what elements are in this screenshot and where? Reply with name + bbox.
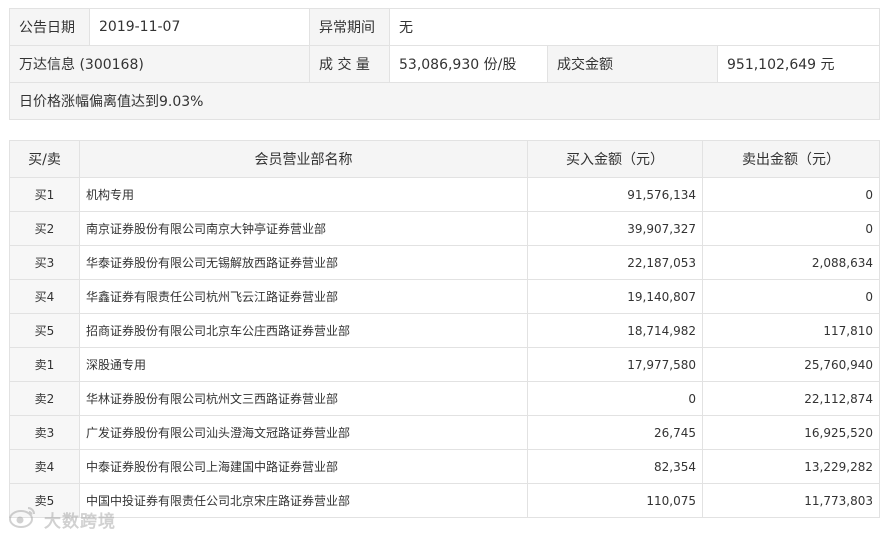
branch-name-cell: 华林证券股份有限公司杭州文三西路证券营业部 — [79, 381, 528, 416]
abnormal-period-value: 无 — [389, 8, 880, 46]
buy-amount-cell: 22,187,053 — [527, 245, 703, 280]
side-cell: 买2 — [9, 211, 80, 246]
side-cell: 买1 — [9, 177, 80, 212]
table-row: 买5 招商证券股份有限公司北京车公庄西路证券营业部 18,714,982 117… — [9, 313, 880, 348]
announce-date-label: 公告日期 — [9, 8, 90, 46]
sell-amount-cell: 0 — [702, 211, 880, 246]
sell-amount-cell: 117,810 — [702, 313, 880, 348]
buy-amount-cell: 19,140,807 — [527, 279, 703, 314]
stock-info-table: 公告日期 2019-11-07 异常期间 无 万达信息 (300168) 成 交… — [9, 8, 880, 120]
side-cell: 卖1 — [9, 347, 80, 382]
amount-value: 951,102,649 元 — [717, 45, 880, 83]
header-name: 会员营业部名称 — [79, 140, 528, 178]
branch-name-cell: 南京证券股份有限公司南京大钟亭证券营业部 — [79, 211, 528, 246]
table-row: 买2 南京证券股份有限公司南京大钟亭证券营业部 39,907,327 0 — [9, 211, 880, 246]
branch-name-cell: 招商证券股份有限公司北京车公庄西路证券营业部 — [79, 313, 528, 348]
volume-value: 53,086,930 份/股 — [389, 45, 548, 83]
amount-label: 成交金额 — [547, 45, 718, 83]
header-buy: 买入金额（元） — [527, 140, 703, 178]
header-sell: 卖出金额（元） — [702, 140, 880, 178]
buy-amount-cell: 91,576,134 — [527, 177, 703, 212]
side-cell: 卖5 — [9, 483, 80, 518]
side-cell: 卖3 — [9, 415, 80, 450]
side-cell: 买5 — [9, 313, 80, 348]
announce-date-value: 2019-11-07 — [89, 8, 310, 46]
volume-label: 成 交 量 — [309, 45, 390, 83]
buy-amount-cell: 17,977,580 — [527, 347, 703, 382]
table-row: 买3 华泰证券股份有限公司无锡解放西路证券营业部 22,187,053 2,08… — [9, 245, 880, 280]
side-cell: 买4 — [9, 279, 80, 314]
sell-amount-cell: 13,229,282 — [702, 449, 880, 484]
stock-name: 万达信息 (300168) — [9, 45, 310, 83]
sell-amount-cell: 25,760,940 — [702, 347, 880, 382]
abnormal-period-label: 异常期间 — [309, 8, 390, 46]
branch-name-cell: 中泰证券股份有限公司上海建国中路证券营业部 — [79, 449, 528, 484]
table-row: 卖1 深股通专用 17,977,580 25,760,940 — [9, 347, 880, 382]
sell-amount-cell: 11,773,803 — [702, 483, 880, 518]
sell-amount-cell: 2,088,634 — [702, 245, 880, 280]
branch-name-cell: 深股通专用 — [79, 347, 528, 382]
buy-amount-cell: 39,907,327 — [527, 211, 703, 246]
sell-amount-cell: 22,112,874 — [702, 381, 880, 416]
buy-amount-cell: 18,714,982 — [527, 313, 703, 348]
side-cell: 卖4 — [9, 449, 80, 484]
table-row: 买4 华鑫证券有限责任公司杭州飞云江路证券营业部 19,140,807 0 — [9, 279, 880, 314]
table-row: 卖3 广发证券股份有限公司汕头澄海文冠路证券营业部 26,745 16,925,… — [9, 415, 880, 450]
sell-amount-cell: 0 — [702, 177, 880, 212]
sell-amount-cell: 16,925,520 — [702, 415, 880, 450]
buy-amount-cell: 110,075 — [527, 483, 703, 518]
table-row: 卖5 中国中投证券有限责任公司北京宋庄路证券营业部 110,075 11,773… — [9, 483, 880, 518]
side-cell: 买3 — [9, 245, 80, 280]
branch-name-cell: 广发证券股份有限公司汕头澄海文冠路证券营业部 — [79, 415, 528, 450]
buy-amount-cell: 0 — [527, 381, 703, 416]
branch-name-cell: 华鑫证券有限责任公司杭州飞云江路证券营业部 — [79, 279, 528, 314]
table-row: 买1 机构专用 91,576,134 0 — [9, 177, 880, 212]
abnormal-reason: 日价格涨幅偏离值达到9.03% — [9, 82, 880, 120]
side-cell: 卖2 — [9, 381, 80, 416]
buy-amount-cell: 82,354 — [527, 449, 703, 484]
sell-amount-cell: 0 — [702, 279, 880, 314]
table-header-row: 买/卖 会员营业部名称 买入金额（元） 卖出金额（元） — [9, 140, 880, 178]
table-row: 卖2 华林证券股份有限公司杭州文三西路证券营业部 0 22,112,874 — [9, 381, 880, 416]
branch-name-cell: 中国中投证券有限责任公司北京宋庄路证券营业部 — [79, 483, 528, 518]
branch-name-cell: 华泰证券股份有限公司无锡解放西路证券营业部 — [79, 245, 528, 280]
branch-name-cell: 机构专用 — [79, 177, 528, 212]
table-row: 卖4 中泰证券股份有限公司上海建国中路证券营业部 82,354 13,229,2… — [9, 449, 880, 484]
buy-amount-cell: 26,745 — [527, 415, 703, 450]
trading-seats-table: 买/卖 会员营业部名称 买入金额（元） 卖出金额（元） 买1 机构专用 91,5… — [9, 140, 880, 518]
header-side: 买/卖 — [9, 140, 80, 178]
